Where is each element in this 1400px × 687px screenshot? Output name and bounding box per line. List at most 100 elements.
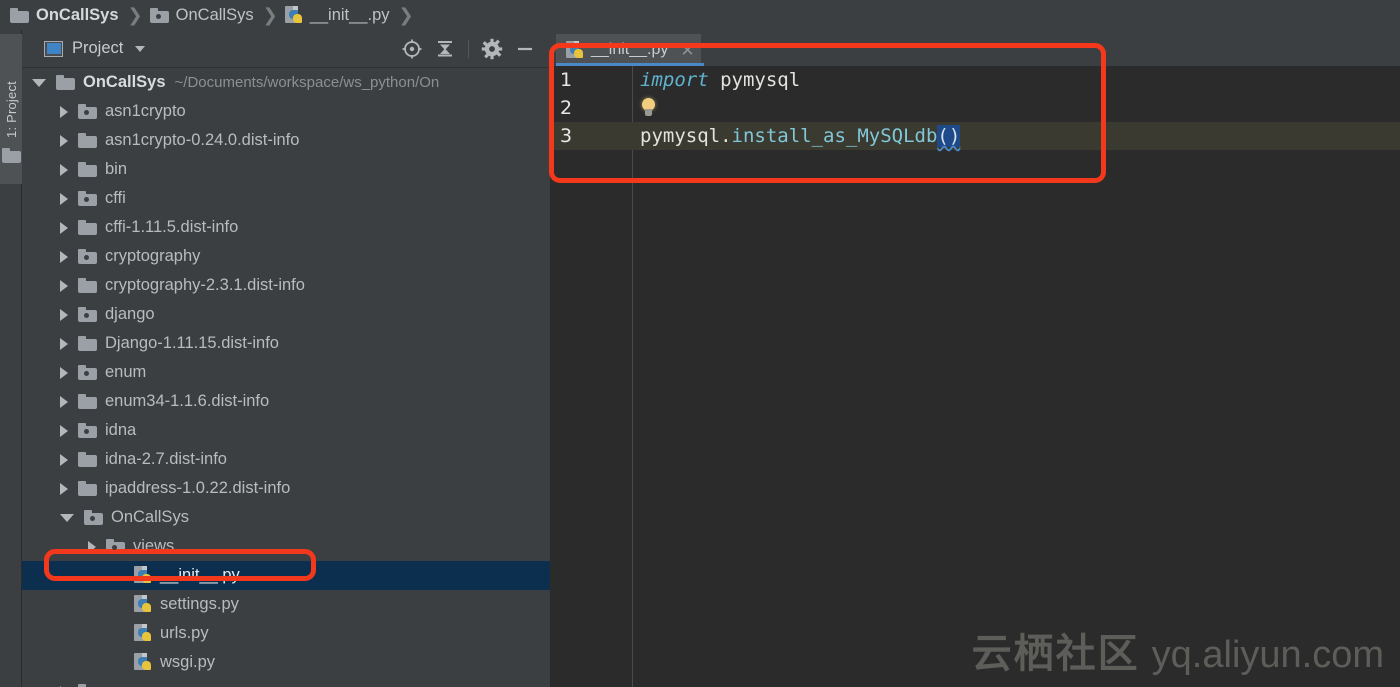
chevron-right-icon[interactable]	[88, 540, 96, 553]
lightbulb-icon[interactable]	[638, 97, 660, 119]
tree-row[interactable]: cryptography-2.3.1.dist-info	[22, 271, 550, 300]
tree-row[interactable]: asn1crypto	[22, 97, 550, 126]
tree-row[interactable]: wsgi.py	[22, 648, 550, 677]
close-icon[interactable]: ✕	[680, 42, 694, 59]
chevron-down-icon[interactable]	[60, 513, 74, 522]
tree-row[interactable]: OnCallSys	[22, 503, 550, 532]
chevron-right-icon[interactable]	[60, 105, 68, 118]
code-token: pymysql.	[640, 125, 732, 147]
python-file-icon	[566, 40, 584, 60]
breadcrumb-item-project[interactable]: OnCallSys	[10, 0, 119, 30]
editor-tab-init-py[interactable]: __init__.py ✕	[556, 34, 701, 66]
tree-row-label: cryptography	[105, 247, 201, 265]
tree-row-label: wsgi.py	[160, 653, 216, 671]
chevron-right-icon[interactable]	[60, 424, 68, 437]
code-line[interactable]: 1 import pymysql	[550, 66, 1400, 94]
code-line[interactable]: 2	[550, 94, 1400, 122]
tree-row[interactable]: idna	[22, 416, 550, 445]
chevron-right-icon[interactable]	[60, 395, 68, 408]
tree-row[interactable]: settings.py	[22, 590, 550, 619]
chevron-right-icon[interactable]	[60, 134, 68, 147]
locate-icon[interactable]	[397, 34, 427, 64]
python-file-icon	[134, 595, 152, 614]
minimize-icon[interactable]	[510, 34, 540, 64]
tree-row[interactable]: idna-2.7.dist-info	[22, 445, 550, 474]
rail-tab-label: 1: Project	[3, 80, 19, 138]
breadcrumb-label: OnCallSys	[36, 5, 119, 24]
tree-row[interactable]: bin	[22, 155, 550, 184]
chevron-right-icon[interactable]	[60, 308, 68, 321]
folder-icon	[2, 148, 21, 163]
tree-row[interactable]: django	[22, 300, 550, 329]
tree-row-label: django	[105, 305, 155, 323]
project-tool-window: Project OnCallSys ~/Documents/workspace/…	[22, 30, 550, 687]
folder-icon	[78, 481, 97, 496]
tool-window-rail: 1: Project	[0, 30, 22, 687]
project-panel-toolbar	[397, 30, 540, 68]
python-file-icon	[134, 653, 152, 672]
line-number: 1	[560, 69, 573, 91]
tree-row[interactable]: pycparser	[22, 677, 550, 687]
chevron-right-icon[interactable]	[60, 453, 68, 466]
tree-row[interactable]: Django-1.11.15.dist-info	[22, 329, 550, 358]
package-folder-icon	[78, 191, 97, 206]
code-line[interactable]: 3 pymysql. install_as_MySQLdb()	[550, 122, 1400, 150]
chevron-down-icon[interactable]	[135, 45, 146, 52]
tree-row[interactable]: enum34-1.1.6.dist-info	[22, 387, 550, 416]
tree-row[interactable]: __init__.py	[22, 561, 550, 590]
package-folder-icon	[78, 104, 97, 119]
chevron-right-icon[interactable]	[60, 337, 68, 350]
folder-icon	[78, 394, 97, 409]
code-token: pymysql	[720, 69, 801, 91]
chevron-right-icon[interactable]	[60, 279, 68, 292]
tree-row-label: bin	[105, 160, 128, 178]
tree-row-path: ~/Documents/workspace/ws_python/On	[174, 74, 440, 91]
chevron-right-icon[interactable]	[60, 250, 68, 263]
package-folder-icon	[78, 423, 97, 438]
folder-icon	[78, 162, 97, 177]
code-text: pymysql. install_as_MySQLdb()	[640, 122, 961, 150]
chevron-right-icon[interactable]	[60, 192, 68, 205]
project-panel-header: Project	[22, 30, 550, 68]
watermark-en: yq.aliyun.com	[1151, 634, 1384, 676]
tree-row[interactable]: OnCallSys ~/Documents/workspace/ws_python…	[22, 68, 550, 97]
chevron-right-icon[interactable]	[60, 482, 68, 495]
tree-row-label: ipaddress-1.0.22.dist-info	[105, 479, 291, 497]
editor-tab-bar: __init__.py ✕	[550, 30, 1400, 66]
tree-row[interactable]: views	[22, 532, 550, 561]
tree-row-label: OnCallSys	[111, 508, 189, 526]
package-folder-icon	[106, 539, 125, 554]
breadcrumb-separator-icon: ❯	[127, 4, 143, 26]
tree-row[interactable]: enum	[22, 358, 550, 387]
tree-row-label: enum34-1.1.6.dist-info	[105, 392, 270, 410]
breadcrumb-item-file[interactable]: __init__.py	[284, 0, 390, 30]
breadcrumb-label: OnCallSys	[175, 5, 254, 24]
project-tree[interactable]: OnCallSys ~/Documents/workspace/ws_python…	[22, 68, 550, 687]
pycharm-window: OnCallSys ❯ OnCallSys ❯ __init__.py ❯ 1:…	[0, 0, 1400, 687]
chevron-right-icon[interactable]	[60, 221, 68, 234]
collapse-all-icon[interactable]	[430, 34, 460, 64]
chevron-right-icon[interactable]	[60, 366, 68, 379]
gutter-divider	[632, 66, 633, 687]
tree-row[interactable]: cryptography	[22, 242, 550, 271]
code-token: install_as_MySQLdb	[731, 125, 938, 147]
folder-icon	[78, 133, 97, 148]
tree-row-label: asn1crypto-0.24.0.dist-info	[105, 131, 300, 149]
line-number: 3	[560, 125, 573, 147]
tree-row[interactable]: cffi-1.11.5.dist-info	[22, 213, 550, 242]
tree-row[interactable]: urls.py	[22, 619, 550, 648]
package-folder-icon	[84, 510, 103, 525]
tree-row-label: OnCallSys	[83, 73, 166, 91]
tree-row[interactable]: asn1crypto-0.24.0.dist-info	[22, 126, 550, 155]
tree-row[interactable]: cffi	[22, 184, 550, 213]
tree-row-label: idna	[105, 421, 137, 439]
chevron-right-icon[interactable]	[60, 163, 68, 176]
breadcrumb-item-package[interactable]: OnCallSys	[149, 0, 254, 30]
gear-icon[interactable]	[477, 34, 507, 64]
tree-row[interactable]: ipaddress-1.0.22.dist-info	[22, 474, 550, 503]
code-content[interactable]: 1 import pymysql 2 3 pymysql. install_as_MySQ…	[550, 66, 1400, 687]
chevron-down-icon[interactable]	[32, 78, 46, 87]
